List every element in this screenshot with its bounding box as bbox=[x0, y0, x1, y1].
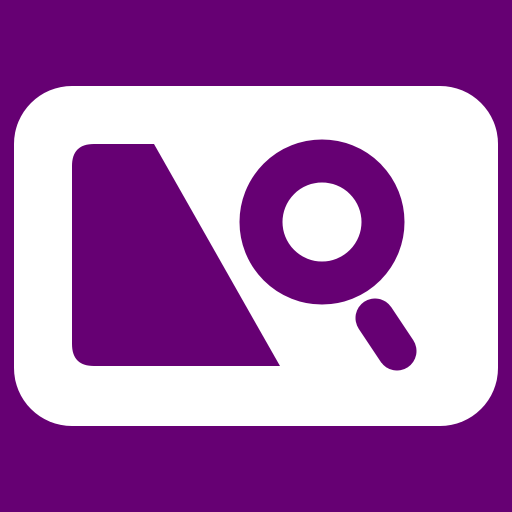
image-search-icon bbox=[0, 0, 512, 512]
magnifier-handle bbox=[355, 298, 417, 371]
app-icon bbox=[0, 0, 512, 512]
